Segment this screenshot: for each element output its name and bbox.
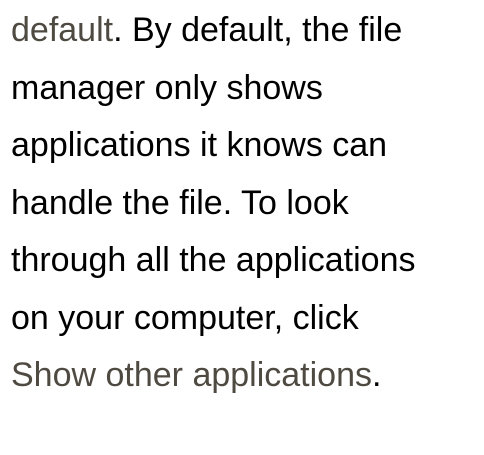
paragraph-line-2: manager only shows (11, 68, 323, 107)
paragraph-line-4: handle the file. To look (11, 183, 349, 222)
paragraph-line-3: applications it knows can (11, 126, 388, 164)
paragraph-line-1: default. By default, the file (11, 2, 481, 60)
paragraph-line-6: on your computer, click (11, 298, 359, 337)
default-link[interactable]: default (11, 11, 113, 49)
help-paragraph: default. By default, the file manager on… (11, 2, 481, 405)
paragraph-line-5: through all the applications (11, 241, 416, 279)
show-other-applications-link[interactable]: Show other applications (11, 356, 372, 394)
paragraph-text: . (372, 356, 382, 394)
paragraph-text: . By default, the file (113, 11, 403, 49)
paragraph-line-7: Show other applications. (11, 347, 481, 405)
